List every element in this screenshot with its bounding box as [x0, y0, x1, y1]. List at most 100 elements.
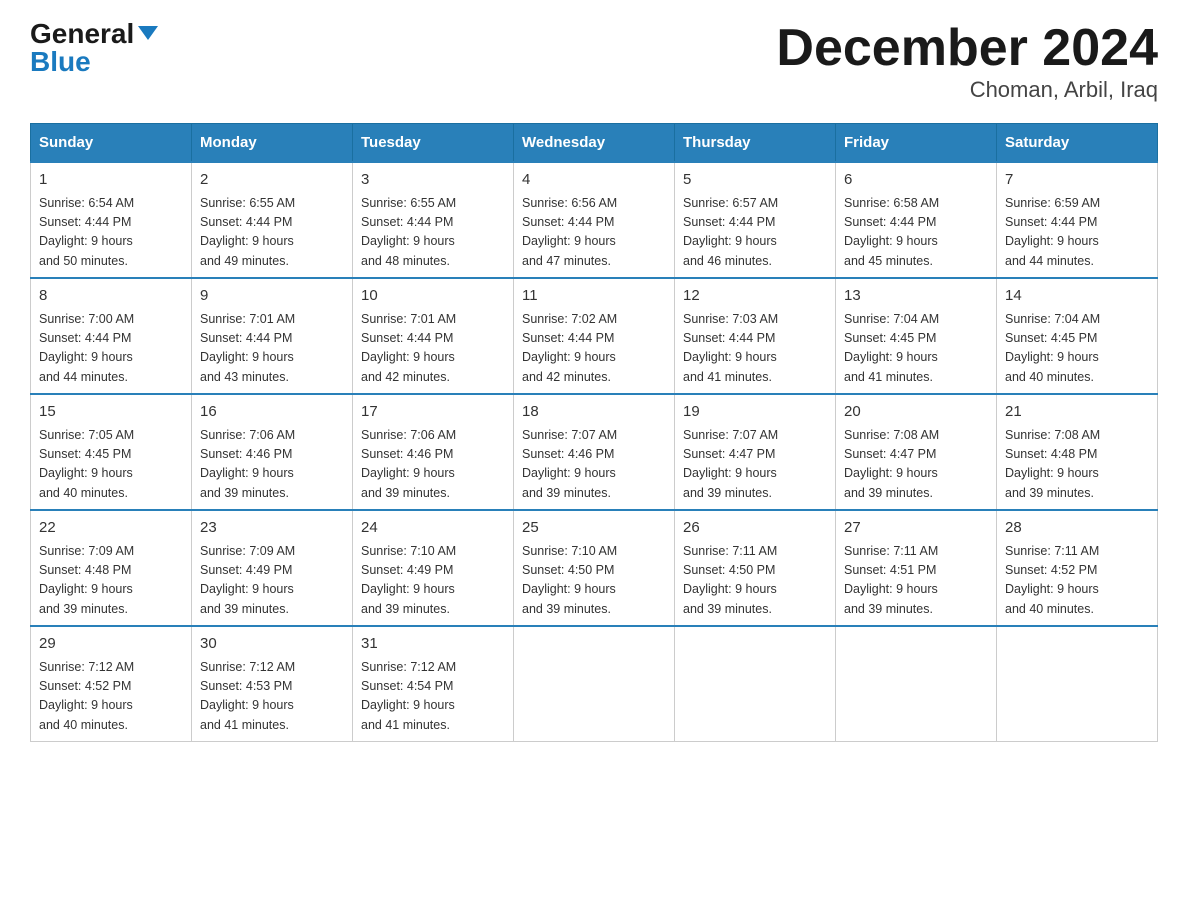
day-number: 10	[361, 285, 505, 308]
day-info: Sunrise: 7:03 AMSunset: 4:44 PMDaylight:…	[683, 310, 827, 388]
col-saturday: Saturday	[997, 124, 1158, 163]
day-number: 19	[683, 401, 827, 424]
calendar-cell: 30Sunrise: 7:12 AMSunset: 4:53 PMDayligh…	[192, 626, 353, 742]
day-number: 21	[1005, 401, 1149, 424]
day-info: Sunrise: 7:05 AMSunset: 4:45 PMDaylight:…	[39, 426, 183, 504]
logo: General Blue	[30, 20, 158, 76]
calendar-cell: 28Sunrise: 7:11 AMSunset: 4:52 PMDayligh…	[997, 510, 1158, 626]
calendar-cell	[836, 626, 997, 742]
day-info: Sunrise: 7:01 AMSunset: 4:44 PMDaylight:…	[200, 310, 344, 388]
day-number: 25	[522, 517, 666, 540]
calendar-cell: 18Sunrise: 7:07 AMSunset: 4:46 PMDayligh…	[514, 394, 675, 510]
calendar-cell: 6Sunrise: 6:58 AMSunset: 4:44 PMDaylight…	[836, 162, 997, 278]
col-monday: Monday	[192, 124, 353, 163]
calendar-cell: 16Sunrise: 7:06 AMSunset: 4:46 PMDayligh…	[192, 394, 353, 510]
logo-general-text: General	[30, 20, 134, 48]
title-area: December 2024 Choman, Arbil, Iraq	[776, 20, 1158, 103]
day-info: Sunrise: 7:10 AMSunset: 4:49 PMDaylight:…	[361, 542, 505, 620]
day-info: Sunrise: 7:06 AMSunset: 4:46 PMDaylight:…	[361, 426, 505, 504]
page-header: General Blue December 2024 Choman, Arbil…	[30, 20, 1158, 103]
day-info: Sunrise: 7:00 AMSunset: 4:44 PMDaylight:…	[39, 310, 183, 388]
day-number: 6	[844, 169, 988, 192]
page-title: December 2024	[776, 20, 1158, 77]
day-number: 30	[200, 633, 344, 656]
day-info: Sunrise: 7:04 AMSunset: 4:45 PMDaylight:…	[844, 310, 988, 388]
day-info: Sunrise: 7:02 AMSunset: 4:44 PMDaylight:…	[522, 310, 666, 388]
calendar-week-row: 1Sunrise: 6:54 AMSunset: 4:44 PMDaylight…	[31, 162, 1158, 278]
calendar-cell: 24Sunrise: 7:10 AMSunset: 4:49 PMDayligh…	[353, 510, 514, 626]
day-number: 14	[1005, 285, 1149, 308]
calendar-cell: 29Sunrise: 7:12 AMSunset: 4:52 PMDayligh…	[31, 626, 192, 742]
calendar-cell: 22Sunrise: 7:09 AMSunset: 4:48 PMDayligh…	[31, 510, 192, 626]
day-info: Sunrise: 6:56 AMSunset: 4:44 PMDaylight:…	[522, 194, 666, 272]
day-info: Sunrise: 7:01 AMSunset: 4:44 PMDaylight:…	[361, 310, 505, 388]
logo-triangle-icon	[138, 26, 158, 40]
calendar-cell: 25Sunrise: 7:10 AMSunset: 4:50 PMDayligh…	[514, 510, 675, 626]
calendar-cell	[514, 626, 675, 742]
page-subtitle: Choman, Arbil, Iraq	[776, 77, 1158, 103]
calendar-cell: 26Sunrise: 7:11 AMSunset: 4:50 PMDayligh…	[675, 510, 836, 626]
col-thursday: Thursday	[675, 124, 836, 163]
day-number: 4	[522, 169, 666, 192]
calendar-week-row: 29Sunrise: 7:12 AMSunset: 4:52 PMDayligh…	[31, 626, 1158, 742]
calendar-cell	[675, 626, 836, 742]
day-number: 16	[200, 401, 344, 424]
calendar-cell: 21Sunrise: 7:08 AMSunset: 4:48 PMDayligh…	[997, 394, 1158, 510]
calendar-body: 1Sunrise: 6:54 AMSunset: 4:44 PMDaylight…	[31, 162, 1158, 742]
calendar-week-row: 22Sunrise: 7:09 AMSunset: 4:48 PMDayligh…	[31, 510, 1158, 626]
day-info: Sunrise: 7:12 AMSunset: 4:52 PMDaylight:…	[39, 658, 183, 736]
day-number: 1	[39, 169, 183, 192]
day-number: 23	[200, 517, 344, 540]
day-info: Sunrise: 7:11 AMSunset: 4:50 PMDaylight:…	[683, 542, 827, 620]
day-info: Sunrise: 7:12 AMSunset: 4:54 PMDaylight:…	[361, 658, 505, 736]
col-tuesday: Tuesday	[353, 124, 514, 163]
calendar-cell: 8Sunrise: 7:00 AMSunset: 4:44 PMDaylight…	[31, 278, 192, 394]
calendar-cell: 15Sunrise: 7:05 AMSunset: 4:45 PMDayligh…	[31, 394, 192, 510]
day-info: Sunrise: 7:10 AMSunset: 4:50 PMDaylight:…	[522, 542, 666, 620]
calendar-week-row: 15Sunrise: 7:05 AMSunset: 4:45 PMDayligh…	[31, 394, 1158, 510]
calendar-table: Sunday Monday Tuesday Wednesday Thursday…	[30, 123, 1158, 742]
calendar-cell: 12Sunrise: 7:03 AMSunset: 4:44 PMDayligh…	[675, 278, 836, 394]
day-number: 31	[361, 633, 505, 656]
calendar-cell: 14Sunrise: 7:04 AMSunset: 4:45 PMDayligh…	[997, 278, 1158, 394]
day-number: 2	[200, 169, 344, 192]
day-info: Sunrise: 7:06 AMSunset: 4:46 PMDaylight:…	[200, 426, 344, 504]
day-number: 27	[844, 517, 988, 540]
day-info: Sunrise: 7:09 AMSunset: 4:48 PMDaylight:…	[39, 542, 183, 620]
day-info: Sunrise: 7:08 AMSunset: 4:47 PMDaylight:…	[844, 426, 988, 504]
calendar-cell: 19Sunrise: 7:07 AMSunset: 4:47 PMDayligh…	[675, 394, 836, 510]
day-number: 8	[39, 285, 183, 308]
day-info: Sunrise: 7:11 AMSunset: 4:51 PMDaylight:…	[844, 542, 988, 620]
day-number: 9	[200, 285, 344, 308]
days-of-week-row: Sunday Monday Tuesday Wednesday Thursday…	[31, 124, 1158, 163]
day-info: Sunrise: 6:54 AMSunset: 4:44 PMDaylight:…	[39, 194, 183, 272]
calendar-cell: 11Sunrise: 7:02 AMSunset: 4:44 PMDayligh…	[514, 278, 675, 394]
day-number: 13	[844, 285, 988, 308]
calendar-cell: 7Sunrise: 6:59 AMSunset: 4:44 PMDaylight…	[997, 162, 1158, 278]
col-friday: Friday	[836, 124, 997, 163]
calendar-cell: 5Sunrise: 6:57 AMSunset: 4:44 PMDaylight…	[675, 162, 836, 278]
day-info: Sunrise: 6:55 AMSunset: 4:44 PMDaylight:…	[200, 194, 344, 272]
calendar-cell: 17Sunrise: 7:06 AMSunset: 4:46 PMDayligh…	[353, 394, 514, 510]
calendar-cell: 2Sunrise: 6:55 AMSunset: 4:44 PMDaylight…	[192, 162, 353, 278]
day-number: 22	[39, 517, 183, 540]
day-info: Sunrise: 6:55 AMSunset: 4:44 PMDaylight:…	[361, 194, 505, 272]
day-info: Sunrise: 7:11 AMSunset: 4:52 PMDaylight:…	[1005, 542, 1149, 620]
day-number: 12	[683, 285, 827, 308]
day-number: 17	[361, 401, 505, 424]
day-number: 26	[683, 517, 827, 540]
day-number: 29	[39, 633, 183, 656]
day-number: 5	[683, 169, 827, 192]
day-number: 20	[844, 401, 988, 424]
calendar-cell: 31Sunrise: 7:12 AMSunset: 4:54 PMDayligh…	[353, 626, 514, 742]
day-info: Sunrise: 6:59 AMSunset: 4:44 PMDaylight:…	[1005, 194, 1149, 272]
calendar-cell: 13Sunrise: 7:04 AMSunset: 4:45 PMDayligh…	[836, 278, 997, 394]
logo-blue-text: Blue	[30, 46, 91, 77]
day-info: Sunrise: 7:07 AMSunset: 4:47 PMDaylight:…	[683, 426, 827, 504]
col-sunday: Sunday	[31, 124, 192, 163]
calendar-header: Sunday Monday Tuesday Wednesday Thursday…	[31, 124, 1158, 163]
day-info: Sunrise: 7:08 AMSunset: 4:48 PMDaylight:…	[1005, 426, 1149, 504]
day-info: Sunrise: 7:04 AMSunset: 4:45 PMDaylight:…	[1005, 310, 1149, 388]
calendar-cell: 27Sunrise: 7:11 AMSunset: 4:51 PMDayligh…	[836, 510, 997, 626]
day-info: Sunrise: 6:57 AMSunset: 4:44 PMDaylight:…	[683, 194, 827, 272]
